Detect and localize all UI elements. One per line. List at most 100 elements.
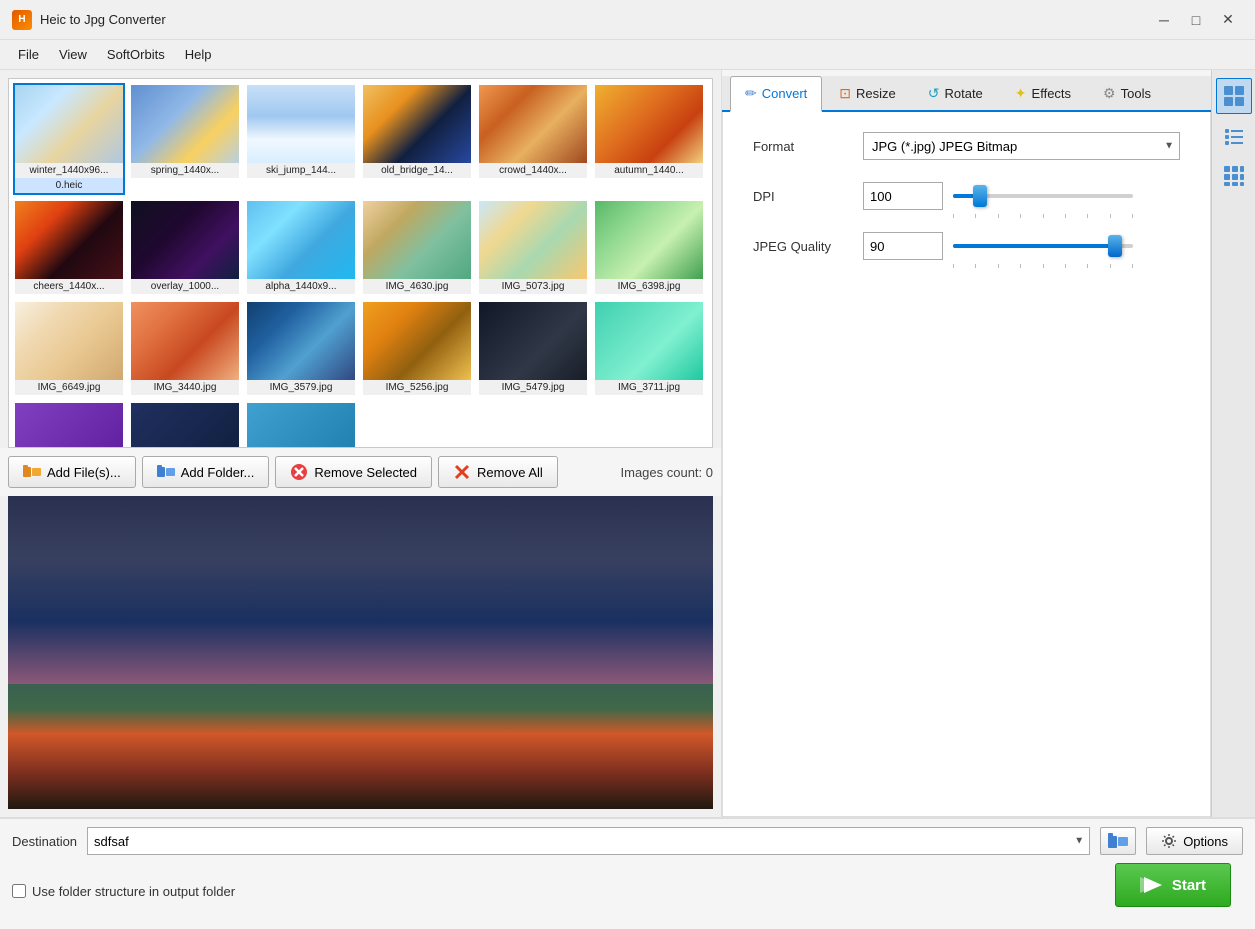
folder-structure-label: Use folder structure in output folder xyxy=(32,884,235,899)
grid-item[interactable]: ski_jump_144... xyxy=(245,83,357,195)
grid-item[interactable]: IMG_3579.jpg xyxy=(245,300,357,397)
grid-item-label: IMG_6398.jpg xyxy=(595,279,703,294)
grid-item[interactable] xyxy=(129,401,241,447)
grid-item[interactable]: IMG_5479.jpg xyxy=(477,300,589,397)
close-button[interactable]: ✕ xyxy=(1213,5,1243,35)
bottom-area: Destination ▼ Options xyxy=(0,817,1255,929)
remove-selected-label: Remove Selected xyxy=(314,465,417,480)
options-button[interactable]: Options xyxy=(1146,827,1243,855)
grid-item[interactable]: IMG_3440.jpg xyxy=(129,300,241,397)
convert-tab-label: Convert xyxy=(762,86,808,101)
grid-item[interactable]: IMG_6649.jpg xyxy=(13,300,125,397)
jpeg-quality-row: JPEG Quality xyxy=(753,232,1180,260)
jpeg-quality-label: JPEG Quality xyxy=(753,239,863,254)
menu-softorbits[interactable]: SoftOrbits xyxy=(97,43,175,66)
grid-item-label: overlay_1000... xyxy=(131,279,239,294)
dpi-row: DPI xyxy=(753,182,1180,210)
dpi-label: DPI xyxy=(753,189,863,204)
grid-item-label: IMG_4630.jpg xyxy=(363,279,471,294)
maximize-button[interactable]: □ xyxy=(1181,5,1211,35)
grid-item-label: IMG_6649.jpg xyxy=(15,380,123,395)
tab-effects[interactable]: ✦ Effects xyxy=(1000,76,1086,110)
tab-tools[interactable]: ⚙ Tools xyxy=(1088,76,1166,110)
dpi-control xyxy=(863,182,1180,210)
grid-item[interactable]: IMG_4630.jpg xyxy=(361,199,473,296)
tools-tab-label: Tools xyxy=(1121,86,1151,101)
grid-item[interactable]: winter_1440x96... 0.heic xyxy=(13,83,125,195)
remove-all-button[interactable]: Remove All xyxy=(438,456,558,488)
grid-item[interactable]: overlay_1000... xyxy=(129,199,241,296)
grid-item-label: ski_jump_144... xyxy=(247,163,355,178)
jpeg-quality-input[interactable] xyxy=(863,232,943,260)
jpeg-quality-slider-container xyxy=(953,232,1180,260)
start-label: Start xyxy=(1172,877,1206,894)
grid-item[interactable]: old_bridge_14... xyxy=(361,83,473,195)
dpi-slider-thumb[interactable] xyxy=(973,185,987,207)
grid-item[interactable] xyxy=(245,401,357,447)
tab-convert[interactable]: ✏ Convert xyxy=(730,76,822,112)
add-files-icon xyxy=(23,463,41,481)
format-select[interactable]: JPG (*.jpg) JPEG Bitmap PNG (*.png) BMP … xyxy=(863,132,1180,160)
tab-resize[interactable]: ⊡ Resize xyxy=(824,76,910,110)
grid-item[interactable]: spring_1440x... xyxy=(129,83,241,195)
grid-item-label: alpha_1440x9... xyxy=(247,279,355,294)
dpi-slider-ticks xyxy=(953,214,1133,218)
destination-label: Destination xyxy=(12,834,77,849)
tab-rotate[interactable]: ↺ Rotate xyxy=(913,76,998,110)
gear-icon xyxy=(1161,833,1177,849)
dpi-slider-track xyxy=(953,194,1133,198)
grid-item[interactable]: alpha_1440x9... xyxy=(245,199,357,296)
remove-selected-button[interactable]: Remove Selected xyxy=(275,456,432,488)
format-control: JPG (*.jpg) JPEG Bitmap PNG (*.png) BMP … xyxy=(863,132,1180,160)
grid-item[interactable] xyxy=(13,401,125,447)
grid-item-label: winter_1440x96... xyxy=(15,163,123,178)
grid-item[interactable]: IMG_6398.jpg xyxy=(593,199,705,296)
grid-item-label: spring_1440x... xyxy=(131,163,239,178)
add-folder-button[interactable]: Add Folder... xyxy=(142,456,270,488)
format-row: Format JPG (*.jpg) JPEG Bitmap PNG (*.pn… xyxy=(753,132,1180,160)
grid-item-label: crowd_1440x... xyxy=(479,163,587,178)
grid-view-button[interactable] xyxy=(1216,158,1252,194)
grid-item[interactable]: crowd_1440x... xyxy=(477,83,589,195)
grid-item-label: IMG_3579.jpg xyxy=(247,380,355,395)
menu-help[interactable]: Help xyxy=(175,43,222,66)
jpeg-quality-control xyxy=(863,232,1180,260)
grid-item-label: IMG_5073.jpg xyxy=(479,279,587,294)
dpi-input[interactable] xyxy=(863,182,943,210)
start-button[interactable]: Start xyxy=(1115,863,1231,907)
grid-item[interactable]: autumn_1440... xyxy=(593,83,705,195)
grid-view-icon xyxy=(1223,165,1245,187)
menu-view[interactable]: View xyxy=(49,43,97,66)
folder-structure-row: Use folder structure in output folder xyxy=(12,884,235,899)
add-folder-icon xyxy=(157,463,175,481)
add-files-label: Add File(s)... xyxy=(47,465,121,480)
grid-item[interactable]: IMG_3711.jpg xyxy=(593,300,705,397)
browse-button[interactable] xyxy=(1100,827,1136,855)
list-view-icon xyxy=(1223,125,1245,147)
dpi-slider-container xyxy=(953,182,1180,210)
images-count: Images count: 0 xyxy=(621,465,714,480)
destination-input[interactable] xyxy=(87,827,1090,855)
grid-item-label: IMG_5256.jpg xyxy=(363,380,471,395)
menu-file[interactable]: File xyxy=(8,43,49,66)
rotate-tab-label: Rotate xyxy=(944,86,982,101)
start-icon xyxy=(1140,875,1164,895)
settings-panel: Format JPG (*.jpg) JPEG Bitmap PNG (*.pn… xyxy=(722,112,1211,817)
thumbnail-view-button[interactable] xyxy=(1216,78,1252,114)
grid-item-label: cheers_1440x... xyxy=(15,279,123,294)
grid-item[interactable]: IMG_5256.jpg xyxy=(361,300,473,397)
list-view-button[interactable] xyxy=(1216,118,1252,154)
grid-item[interactable]: cheers_1440x... xyxy=(13,199,125,296)
remove-all-label: Remove All xyxy=(477,465,543,480)
grid-item-label: autumn_1440... xyxy=(595,163,703,178)
grid-item-label: IMG_5479.jpg xyxy=(479,380,587,395)
grid-item-label: old_bridge_14... xyxy=(363,163,471,178)
folder-structure-checkbox[interactable] xyxy=(12,884,26,898)
add-files-button[interactable]: Add File(s)... xyxy=(8,456,136,488)
minimize-button[interactable]: ─ xyxy=(1149,5,1179,35)
window-title: Heic to Jpg Converter xyxy=(40,12,1149,27)
grid-item[interactable]: IMG_5073.jpg xyxy=(477,199,589,296)
jpeg-quality-slider-thumb[interactable] xyxy=(1108,235,1122,257)
effects-tab-label: Effects xyxy=(1032,86,1072,101)
title-bar: H Heic to Jpg Converter ─ □ ✕ xyxy=(0,0,1255,40)
